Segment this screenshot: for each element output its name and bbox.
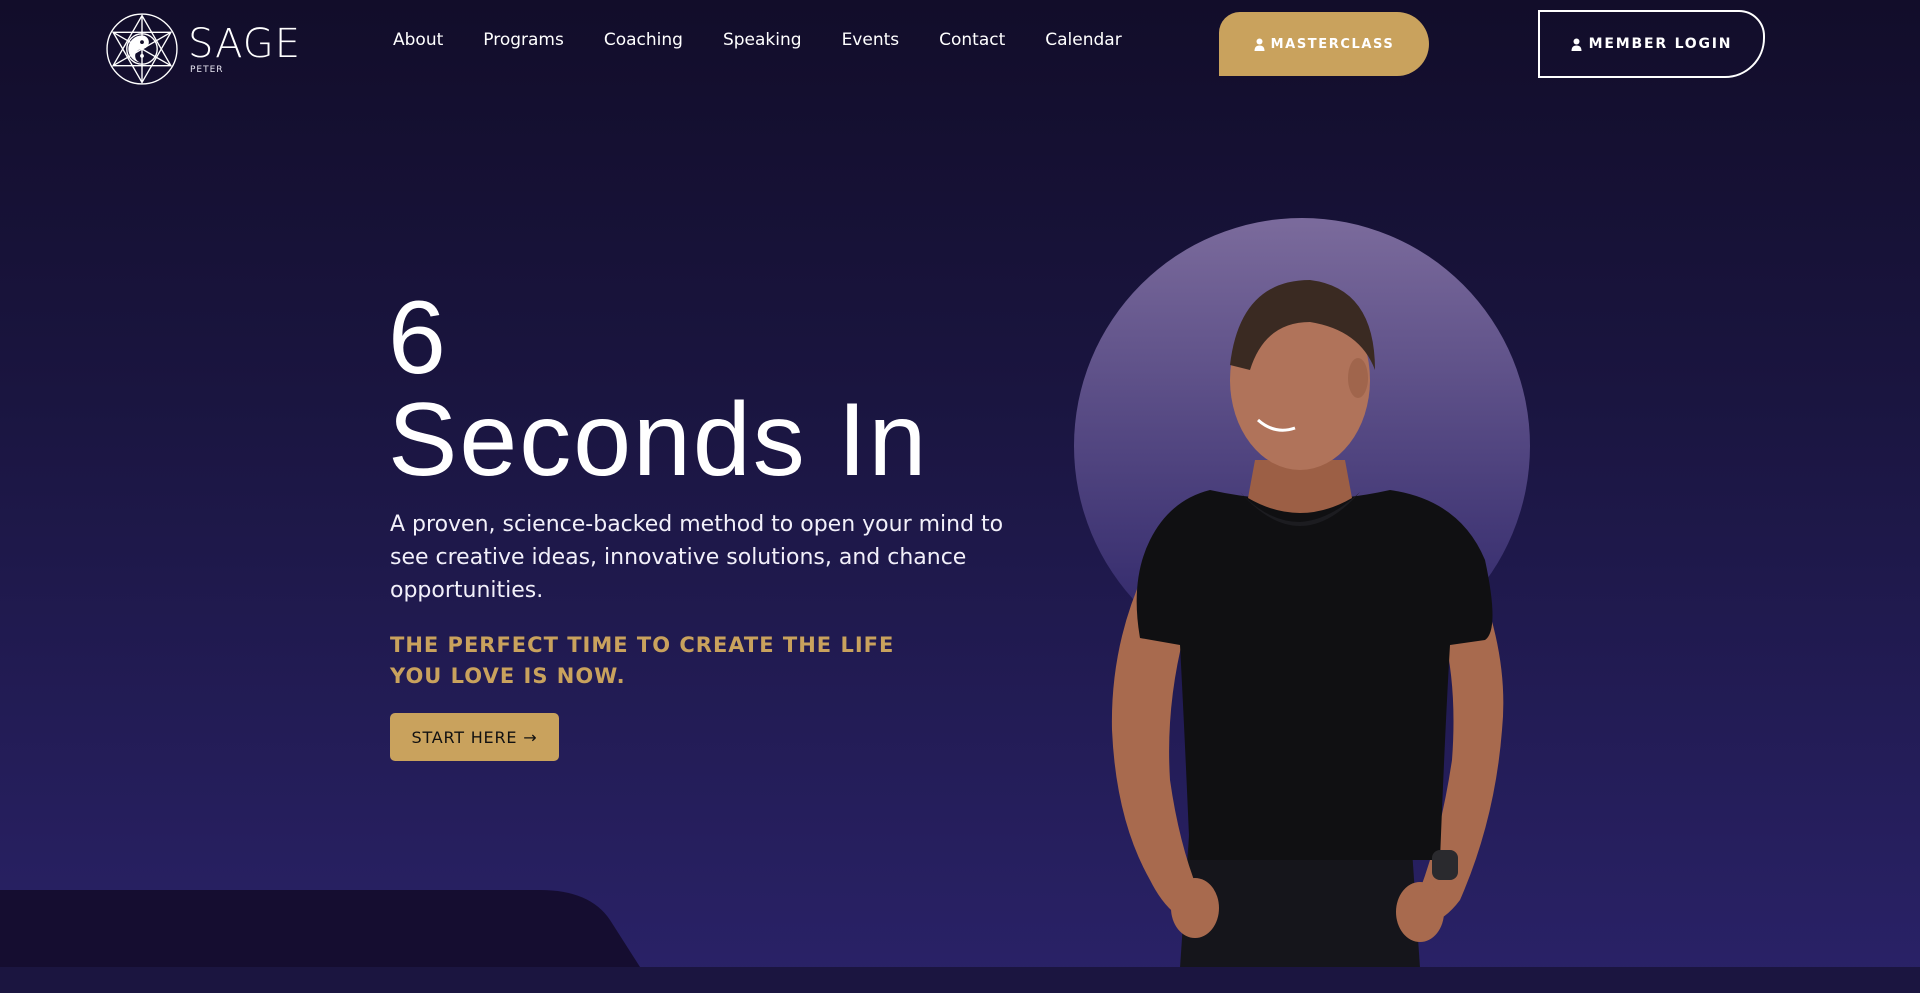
user-icon: [1254, 38, 1265, 51]
nav-item-coaching[interactable]: Coaching: [604, 30, 683, 50]
portrait-image: [1111, 280, 1504, 968]
bottom-divider: [0, 890, 1920, 993]
hero-title-line1: 6: [388, 280, 446, 396]
member-login-button[interactable]: MEMBER LOGIN: [1538, 10, 1765, 78]
masterclass-button[interactable]: MASTERCLASS: [1219, 12, 1429, 76]
nav-item-about[interactable]: About: [393, 30, 443, 50]
brand-subname: PETER: [190, 64, 224, 75]
hero-title: 6 Seconds In: [388, 280, 1028, 498]
nav-item-events[interactable]: Events: [842, 30, 900, 50]
start-here-label: START HERE: [411, 727, 518, 747]
hero-title-line2: Seconds In: [388, 381, 929, 498]
logo-mark-icon: [106, 13, 178, 85]
user-icon: [1571, 38, 1582, 51]
nav-item-speaking[interactable]: Speaking: [723, 30, 802, 50]
masterclass-label: MASTERCLASS: [1270, 36, 1395, 52]
hero-tagline: THE PERFECT TIME TO CREATE THE LIFE YOU …: [390, 633, 895, 688]
hero-description: A proven, science-backed method to open …: [390, 512, 1004, 603]
member-login-label: MEMBER LOGIN: [1588, 36, 1733, 52]
nav-item-contact[interactable]: Contact: [939, 30, 1005, 50]
logo[interactable]: SAGE PETER: [104, 9, 304, 89]
site-header: SAGE PETER About Programs Coaching Speak…: [0, 0, 1920, 100]
start-here-button[interactable]: START HERE →: [390, 713, 559, 761]
brand-name: SAGE: [188, 20, 302, 67]
nav-item-calendar[interactable]: Calendar: [1045, 30, 1121, 50]
nav-item-programs[interactable]: Programs: [483, 30, 564, 50]
main-nav: About Programs Coaching Speaking Events …: [393, 30, 1162, 50]
arrow-right-icon: →: [523, 727, 538, 747]
